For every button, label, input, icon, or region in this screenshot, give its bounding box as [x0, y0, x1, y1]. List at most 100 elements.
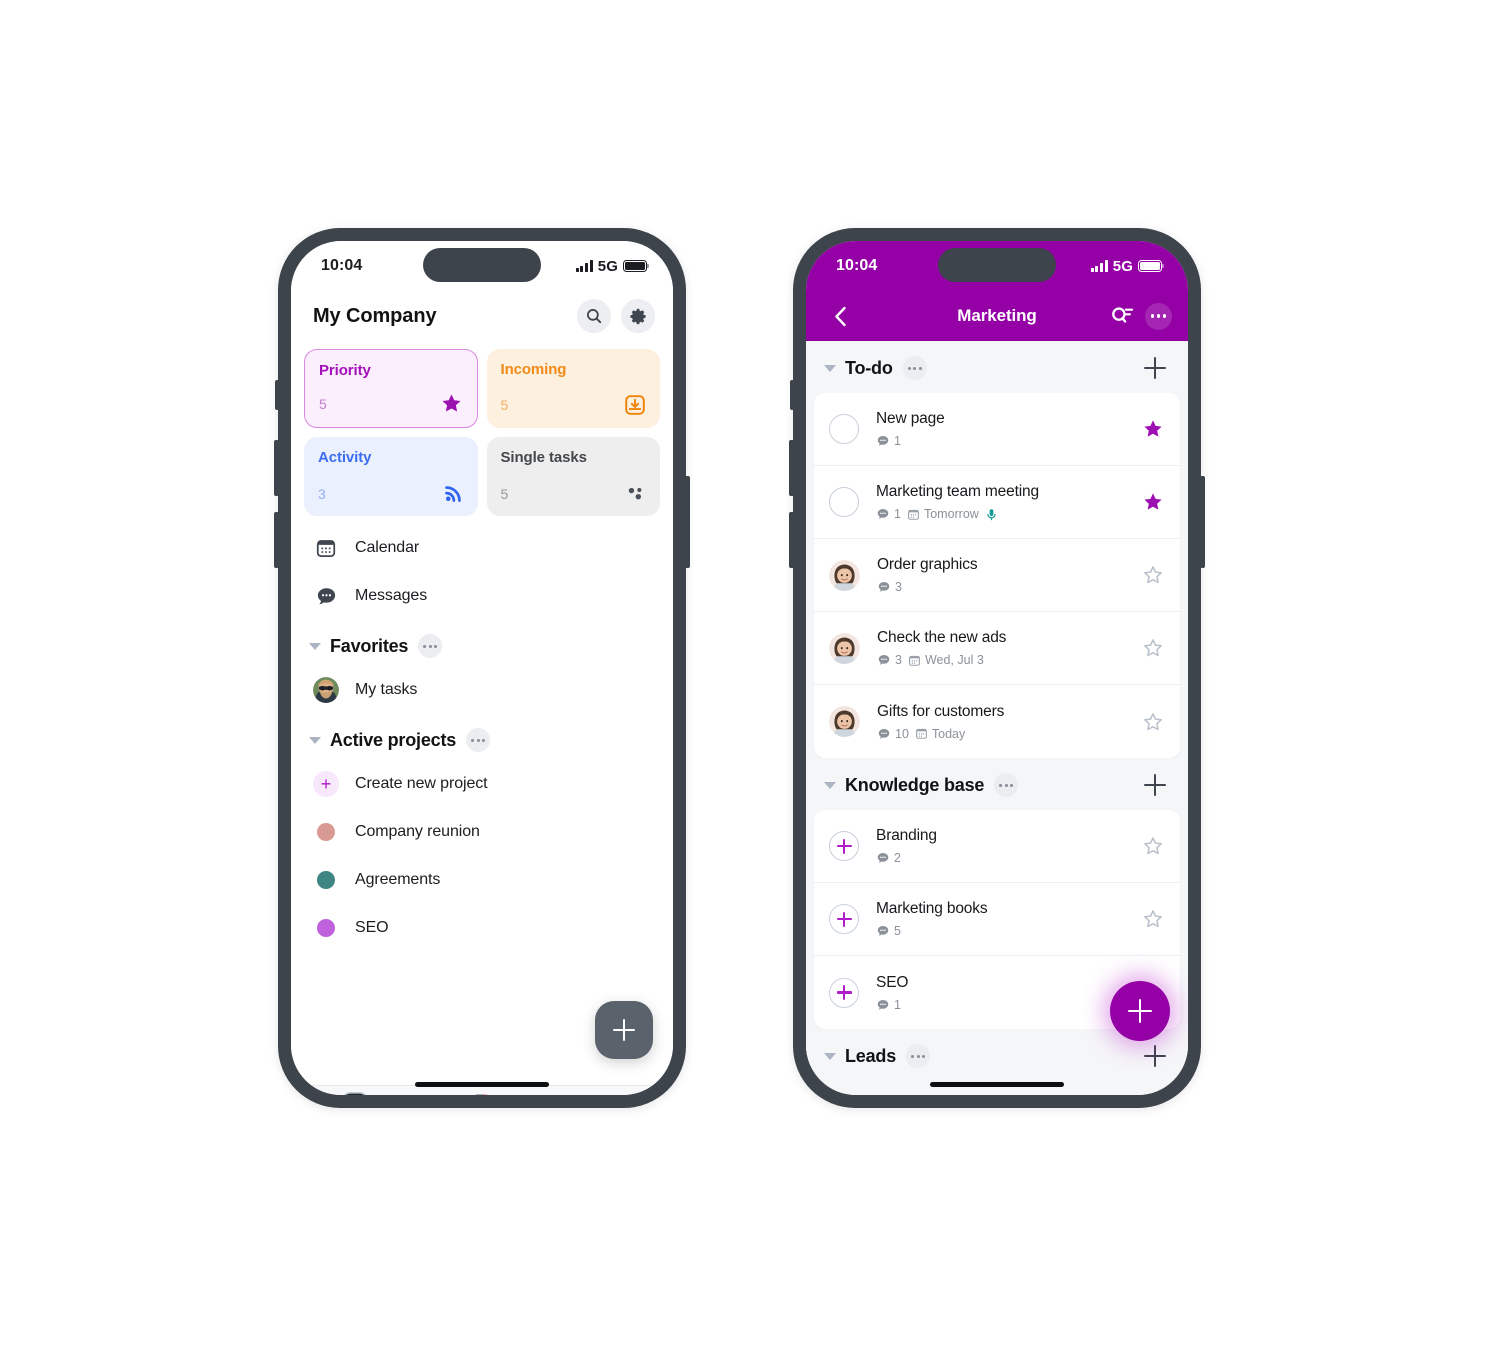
- network-type-label: 5G: [597, 257, 618, 275]
- nav-item-calendar[interactable]: Calendar: [291, 524, 673, 572]
- tab-my-company[interactable]: My Company: [291, 1091, 418, 1095]
- group-header-knowledge-base: Knowledge base: [806, 758, 1188, 810]
- comment-count: 1: [876, 998, 901, 1012]
- table-row[interactable]: New page 1: [814, 393, 1180, 466]
- silent-switch[interactable]: [790, 380, 794, 410]
- star-toggle[interactable]: [1140, 635, 1166, 661]
- volume-up-button[interactable]: [789, 440, 794, 496]
- project-navbar: Marketing: [806, 291, 1188, 341]
- task-add-checkbox[interactable]: [829, 904, 859, 934]
- back-button[interactable]: [824, 300, 856, 332]
- tab-manage[interactable]: Manage: [546, 1091, 673, 1095]
- search-button[interactable]: [577, 299, 611, 333]
- home-indicator[interactable]: [930, 1082, 1064, 1087]
- add-task-fab[interactable]: [1110, 981, 1170, 1041]
- group-title: To-do: [845, 357, 893, 378]
- table-row[interactable]: Marketing books 5: [814, 883, 1180, 956]
- voice-note-indicator: [985, 507, 998, 522]
- task-meta: 1: [876, 998, 1140, 1012]
- chevron-down-icon[interactable]: [309, 736, 321, 744]
- task-checkbox[interactable]: [829, 487, 859, 517]
- phone-right: 10:04 5G Marketing To-do New page 1 Mark…: [789, 228, 1205, 1108]
- star-toggle[interactable]: [1140, 833, 1166, 859]
- group-add-button[interactable]: [1142, 1043, 1168, 1069]
- project-item-seo[interactable]: SEO: [291, 904, 673, 952]
- left-content: Priority 5 Incoming 5 Activity 3 Single …: [291, 341, 673, 1085]
- star-toggle[interactable]: [1140, 709, 1166, 735]
- silent-switch[interactable]: [275, 380, 279, 410]
- star-toggle[interactable]: [1140, 489, 1166, 515]
- search-filter-icon: [1112, 307, 1134, 323]
- chevron-down-icon[interactable]: [309, 642, 321, 650]
- table-row[interactable]: Branding 2: [814, 810, 1180, 883]
- chat-bubble-icon: [878, 728, 890, 739]
- calendar-icon: [908, 509, 919, 520]
- nav-item-messages[interactable]: Messages: [291, 572, 673, 620]
- chevron-down-icon[interactable]: [824, 781, 836, 789]
- volume-up-button[interactable]: [274, 440, 279, 496]
- tile-priority[interactable]: Priority 5: [304, 349, 478, 428]
- tile-footer: 5: [501, 483, 647, 504]
- plus-icon: +: [313, 771, 339, 797]
- star-icon: [1144, 493, 1162, 510]
- user-avatar: [313, 677, 339, 703]
- search-filter-button[interactable]: [1106, 300, 1138, 332]
- tile-activity[interactable]: Activity 3: [304, 437, 478, 516]
- task-meta: 2: [876, 851, 1140, 865]
- avatar-image: [313, 677, 339, 703]
- project-item-agreements[interactable]: Agreements: [291, 856, 673, 904]
- tile-count: 5: [500, 397, 509, 413]
- table-row[interactable]: Order graphics 3: [814, 539, 1180, 612]
- tile-footer: 3: [318, 483, 464, 504]
- tile-single-tasks[interactable]: Single tasks 5: [486, 437, 660, 516]
- my-company-logo-icon: [341, 1091, 368, 1095]
- group-add-button[interactable]: [1142, 355, 1168, 381]
- task-title: Marketing team meeting: [876, 482, 1039, 500]
- task-add-checkbox[interactable]: [829, 977, 859, 1008]
- task-checkbox[interactable]: [829, 414, 859, 444]
- table-row[interactable]: Gifts for customers 10 Today: [814, 685, 1180, 758]
- star-toggle[interactable]: [1140, 416, 1166, 442]
- tile-incoming[interactable]: Incoming 5: [486, 349, 660, 428]
- table-row[interactable]: Marketing team meeting 1 Tomorrow: [814, 466, 1180, 539]
- due-date: Wed, Jul 3: [908, 653, 984, 667]
- settings-button[interactable]: [621, 299, 655, 333]
- project-item-company-reunion[interactable]: Company reunion: [291, 808, 673, 856]
- table-row[interactable]: Check the new ads 3 Wed, Jul 3: [814, 612, 1180, 685]
- favorites-more-button[interactable]: [418, 634, 443, 658]
- group-add-button[interactable]: [1142, 772, 1168, 798]
- project-more-button[interactable]: [1145, 302, 1172, 330]
- volume-down-button[interactable]: [274, 512, 279, 568]
- task-title: New page: [876, 410, 945, 427]
- tab-my-nozbe[interactable]: My Nozbe: [418, 1091, 545, 1095]
- battery-icon: [623, 260, 650, 272]
- chevron-down-icon[interactable]: [824, 1052, 836, 1060]
- comment-count: 1: [876, 434, 901, 448]
- group-more-button[interactable]: [902, 356, 927, 380]
- tile-footer: 5: [501, 394, 647, 416]
- home-indicator[interactable]: [415, 1082, 549, 1087]
- power-button[interactable]: [685, 476, 690, 568]
- group-more-button[interactable]: [906, 1044, 931, 1068]
- volume-down-button[interactable]: [789, 512, 794, 568]
- comment-count-label: 1: [894, 434, 901, 448]
- chevron-down-icon[interactable]: [824, 364, 836, 372]
- task-meta: 10 Today: [877, 727, 1140, 741]
- star-toggle[interactable]: [1140, 906, 1166, 932]
- project-item-create-new[interactable]: + Create new project: [291, 760, 673, 808]
- active-projects-more-button[interactable]: [466, 728, 491, 752]
- star-toggle[interactable]: [1140, 562, 1166, 588]
- calendar-icon: [313, 535, 339, 561]
- group-more-button[interactable]: [994, 773, 1019, 797]
- task-content: SEO 1: [876, 974, 1140, 1012]
- star-icon: [441, 394, 461, 412]
- favorites-item-my-tasks[interactable]: My tasks: [291, 666, 673, 714]
- chat-bubble-icon: [877, 999, 889, 1010]
- add-button-fab[interactable]: [595, 1001, 653, 1059]
- tile-label: Priority: [319, 362, 371, 379]
- power-button[interactable]: [1200, 476, 1205, 568]
- signal-bars-icon: [1090, 260, 1108, 272]
- right-screen: 10:04 5G Marketing To-do New page 1 Mark…: [806, 241, 1188, 1095]
- task-add-checkbox[interactable]: [829, 831, 859, 861]
- left-screen: 10:04 5G My Company Priority 5 Incoming …: [291, 241, 673, 1095]
